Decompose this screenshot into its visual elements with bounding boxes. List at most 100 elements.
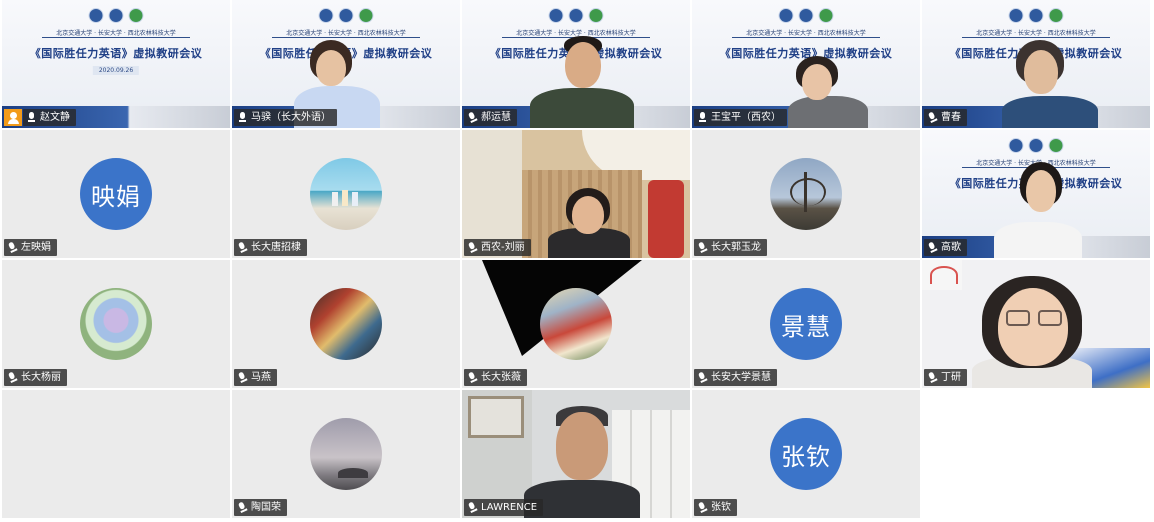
logo-icon	[1008, 138, 1024, 153]
divider	[42, 37, 190, 38]
logo-icon	[818, 8, 834, 23]
mic-muted-icon	[696, 371, 709, 385]
logo-icon	[1028, 138, 1044, 153]
slide-date: 2020.09.26	[92, 66, 140, 75]
mic-muted-icon	[466, 241, 479, 255]
mic-icon	[698, 112, 707, 123]
participant-namebar: 长大张薇	[464, 369, 527, 386]
participant-tile[interactable]: 北京交通大学 · 长安大学 · 西北农林科技大学 《国际胜任力英语》虚拟教研会议…	[922, 0, 1150, 128]
participant-name: 长大张薇	[481, 372, 521, 383]
participant-namebar: 丁研	[924, 369, 967, 386]
logo-icon	[548, 8, 564, 23]
participant-namebar: 长大唐招棣	[234, 239, 307, 256]
mic-icon	[27, 112, 36, 123]
slide-universities: 北京交通大学 · 长安大学 · 西北农林科技大学	[976, 30, 1096, 37]
participant-tile[interactable]: 陶国荣	[232, 390, 460, 518]
participant-tile[interactable]: 映娟 左映娟	[2, 130, 230, 258]
logo-icon	[1048, 138, 1064, 153]
logo-icon	[88, 8, 104, 23]
mic-muted-icon	[236, 241, 249, 255]
university-logos	[88, 8, 144, 23]
participant-namebar: 曹春	[924, 109, 967, 126]
mic-muted-icon	[466, 501, 479, 515]
mic-muted-icon	[6, 371, 19, 385]
university-logos	[1008, 138, 1064, 153]
avatar	[540, 288, 612, 360]
participant-tile[interactable]: 丁研	[922, 260, 1150, 388]
avatar	[770, 158, 842, 230]
host-icon	[4, 109, 22, 126]
participant-tile[interactable]: 张钦 张钦	[692, 390, 920, 518]
logo-icon	[798, 8, 814, 23]
slide-universities: 北京交通大学 · 长安大学 · 西北农林科技大学	[56, 30, 176, 37]
participant-tile[interactable]: 景慧 长安大学景慧	[692, 260, 920, 388]
participant-name: 长大郭玉龙	[711, 242, 761, 253]
mic-muted-icon	[236, 371, 249, 385]
participant-name: 长大杨丽	[21, 372, 61, 383]
participant-tile[interactable]: 长大杨丽	[2, 260, 230, 388]
participant-name: 西农-刘丽	[481, 242, 525, 253]
logo-icon	[1028, 8, 1044, 23]
empty-tile	[922, 390, 1150, 518]
participant-tile[interactable]: 长大唐招棣	[232, 130, 460, 258]
participant-name: 马骙（长大外语）	[251, 112, 331, 123]
logo-icon	[108, 8, 124, 23]
participant-namebar: LAWRENCE	[464, 499, 544, 516]
participant-name: 高歌	[941, 242, 961, 253]
mic-muted-icon	[696, 501, 709, 515]
logo-icon	[1008, 8, 1024, 23]
university-logos	[548, 8, 604, 23]
logo-icon	[568, 8, 584, 23]
slide-universities: 北京交通大学 · 长安大学 · 西北农林科技大学	[746, 30, 866, 37]
mic-muted-icon	[926, 371, 939, 385]
participant-name: 马燕	[251, 372, 271, 383]
participant-namebar: 长安大学景慧	[694, 369, 777, 386]
participant-name: 左映娟	[21, 242, 51, 253]
participant-namebar: 长大杨丽	[4, 369, 67, 386]
participant-tile[interactable]: 北京交通大学 · 长安大学 · 西北农林科技大学 《国际胜任力英语》虚拟教研会议…	[922, 130, 1150, 258]
participant-tile[interactable]: 马燕	[232, 260, 460, 388]
participant-namebar: 左映娟	[4, 239, 57, 256]
participant-tile[interactable]: 北京交通大学 · 长安大学 · 西北农林科技大学 《国际胜任力英语》虚拟教研会议…	[2, 0, 230, 128]
divider	[272, 37, 420, 38]
participant-tile[interactable]: 西农-刘丽	[462, 130, 690, 258]
logo-icon	[358, 8, 374, 23]
participant-name: 曹春	[941, 112, 961, 123]
participant-namebar: 陶国荣	[234, 499, 287, 516]
divider	[962, 37, 1110, 38]
avatar: 映娟	[80, 158, 152, 230]
participant-tile[interactable]: 长大郭玉龙	[692, 130, 920, 258]
slide-universities: 北京交通大学 · 长安大学 · 西北农林科技大学	[286, 30, 406, 37]
logo-icon	[318, 8, 334, 23]
participant-name: 赵文静	[40, 112, 70, 123]
participant-name: 丁研	[941, 372, 961, 383]
participant-namebar: 高歌	[924, 239, 967, 256]
logo-icon	[128, 8, 144, 23]
participant-namebar: 马燕	[234, 369, 277, 386]
participant-namebar: 郝运慧	[464, 109, 517, 126]
participant-name: 陶国荣	[251, 502, 281, 513]
participant-name: 长大唐招棣	[251, 242, 301, 253]
avatar	[310, 288, 382, 360]
participant-namebar: 马骙（长大外语）	[234, 109, 337, 126]
empty-tile	[2, 390, 230, 518]
participant-tile[interactable]: 长大张薇	[462, 260, 690, 388]
logo-icon	[338, 8, 354, 23]
participant-tile[interactable]: 北京交通大学 · 长安大学 · 西北农林科技大学 《国际胜任力英语》虚拟教研会议…	[462, 0, 690, 128]
participant-namebar: 王宝平（西农）	[694, 109, 787, 126]
participant-tile[interactable]: 北京交通大学 · 长安大学 · 西北农林科技大学 《国际胜任力英语》虚拟教研会议…	[692, 0, 920, 128]
avatar	[80, 288, 152, 360]
logo-icon	[778, 8, 794, 23]
mic-icon	[238, 112, 247, 123]
divider	[732, 37, 880, 38]
university-logos	[318, 8, 374, 23]
participant-namebar: 张钦	[694, 499, 737, 516]
mic-muted-icon	[466, 111, 479, 125]
participant-name: 张钦	[711, 502, 731, 513]
video-grid: 北京交通大学 · 长安大学 · 西北农林科技大学 《国际胜任力英语》虚拟教研会议…	[0, 0, 1154, 522]
participant-tile[interactable]: LAWRENCE	[462, 390, 690, 518]
participant-namebar: 长大郭玉龙	[694, 239, 767, 256]
avatar: 景慧	[770, 288, 842, 360]
participant-namebar: 赵文静	[23, 109, 76, 126]
participant-tile-active-speaker[interactable]: 北京交通大学 · 长安大学 · 西北农林科技大学 《国际胜任力英语》虚拟教研会议…	[232, 0, 460, 128]
